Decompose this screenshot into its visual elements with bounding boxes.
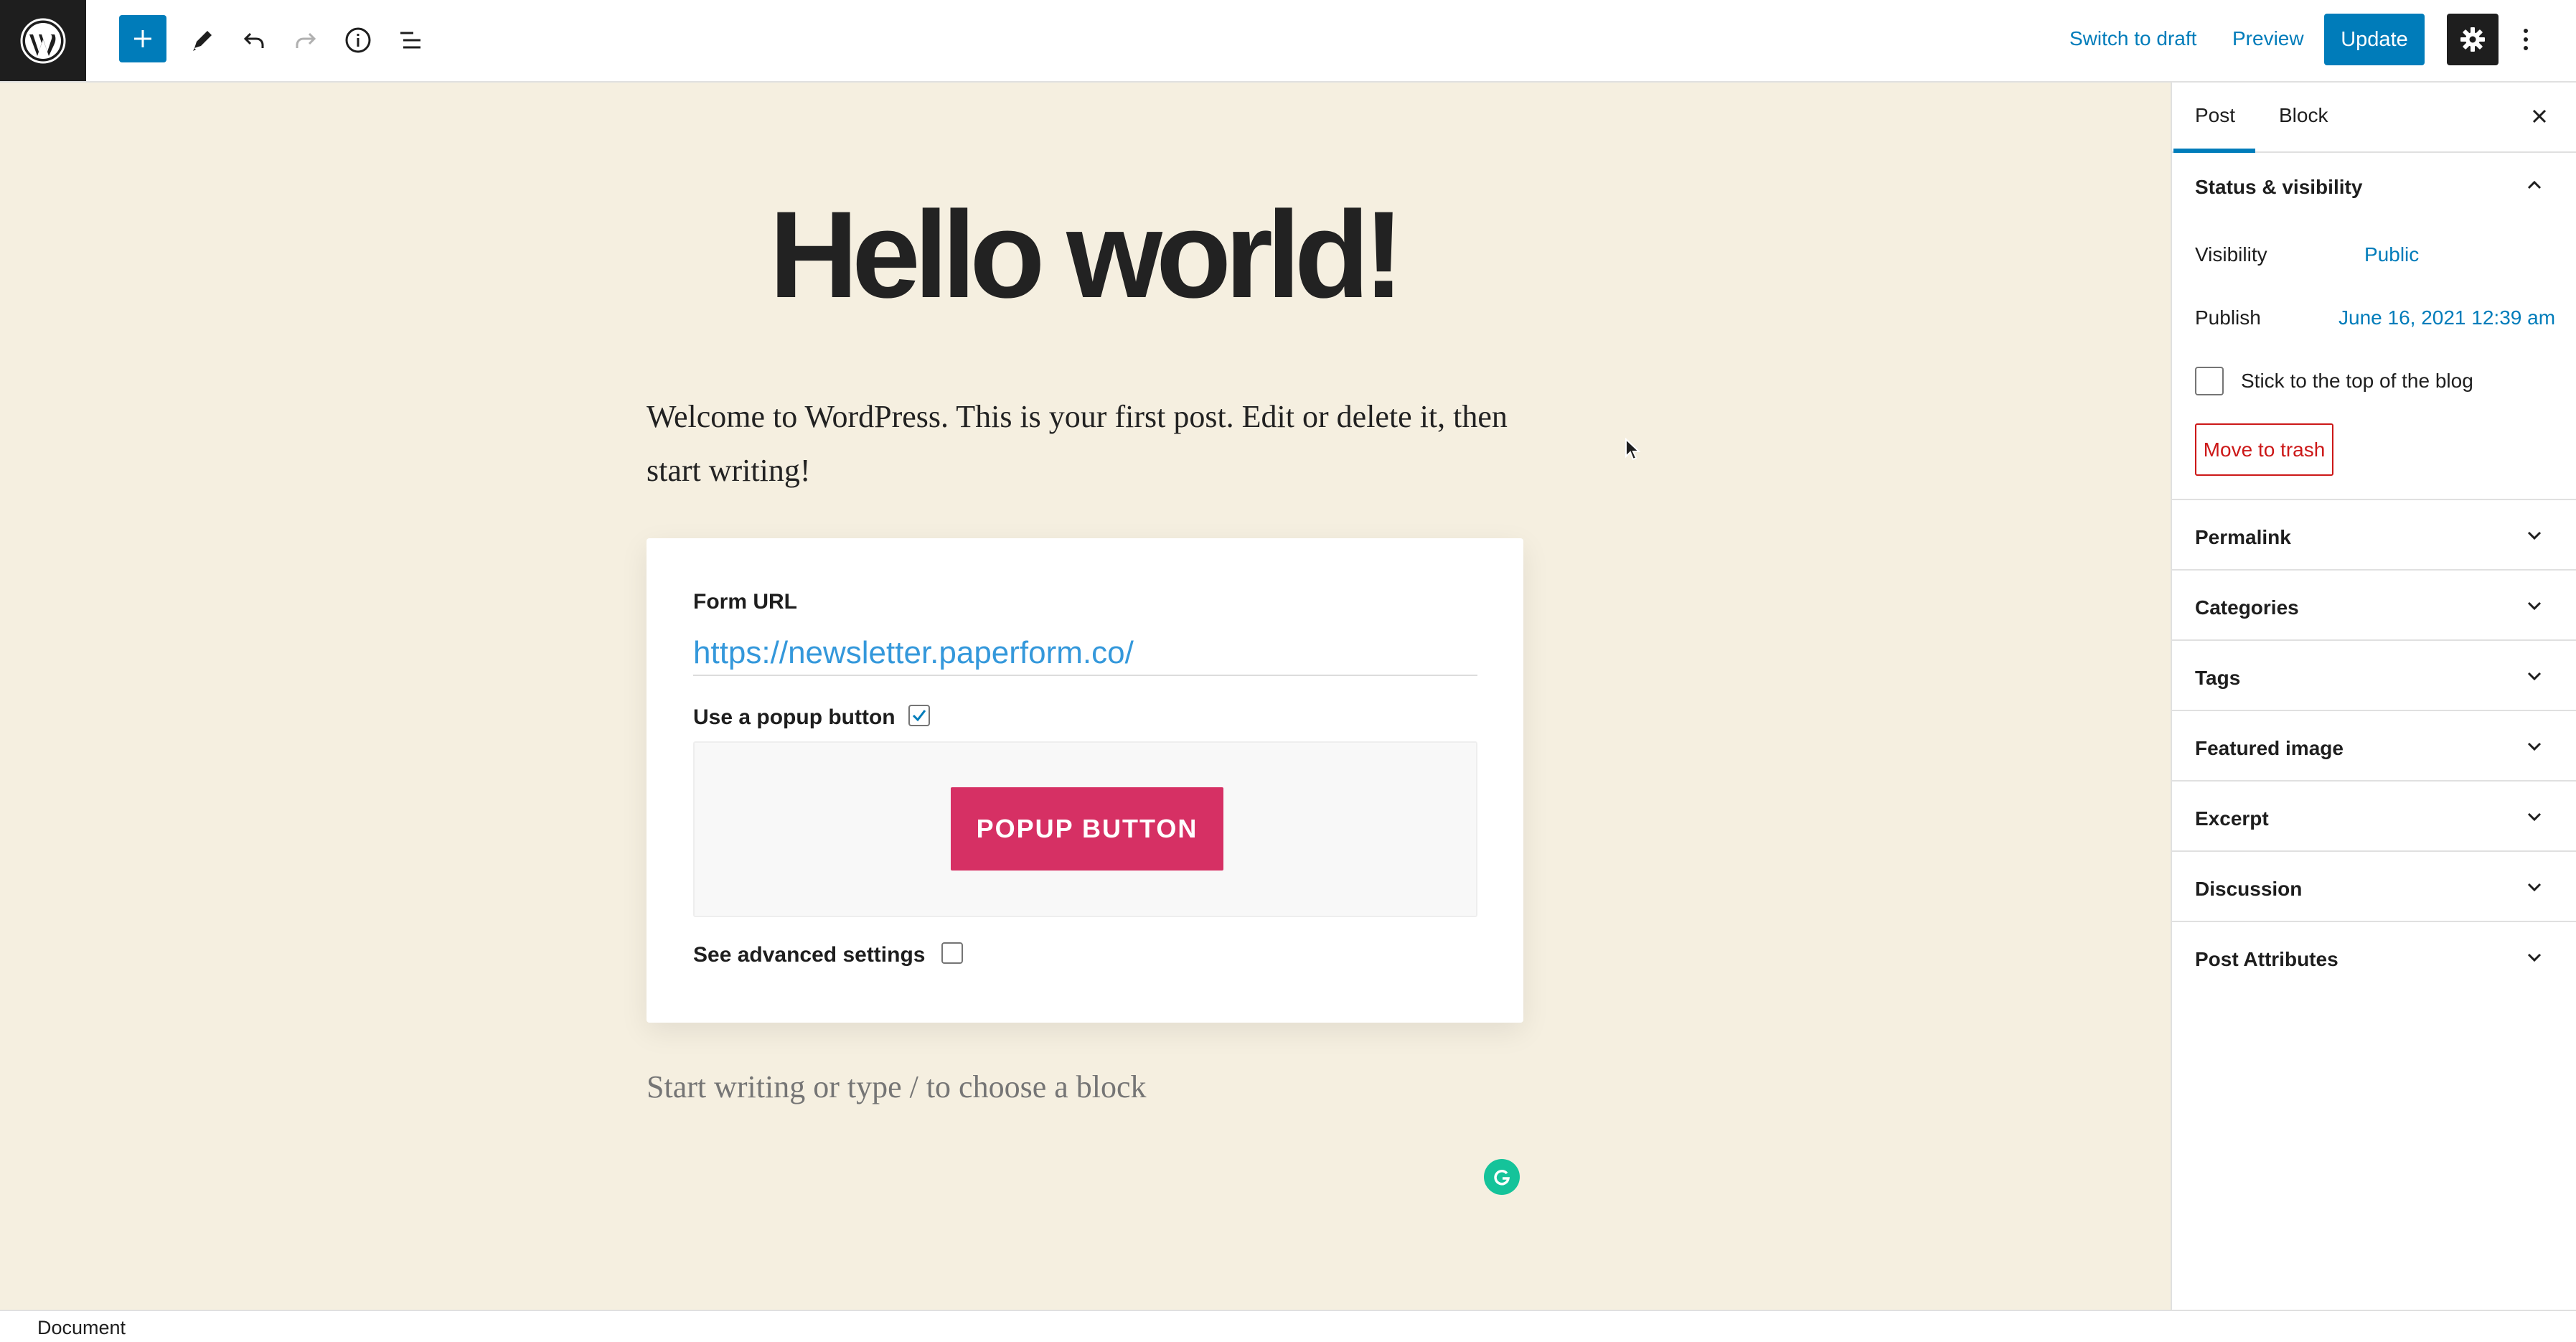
form-url-label: Form URL xyxy=(693,590,797,614)
status-visibility-header[interactable]: Status & visibility xyxy=(2195,176,2362,199)
list-view-icon xyxy=(400,32,420,49)
panel-categories[interactable]: Categories xyxy=(2195,596,2299,619)
tab-post[interactable]: Post xyxy=(2195,104,2235,127)
chevron-down-icon[interactable] xyxy=(2524,525,2545,546)
checkmark-icon xyxy=(912,710,926,722)
undo-button[interactable] xyxy=(230,16,278,65)
active-tab-indicator xyxy=(2173,149,2255,153)
details-button[interactable] xyxy=(334,16,382,65)
list-view-button[interactable] xyxy=(386,16,435,65)
add-block-button[interactable] xyxy=(119,15,166,62)
post-title[interactable]: Hello world! xyxy=(646,183,1521,327)
chevron-down-icon[interactable] xyxy=(2524,947,2545,968)
divider xyxy=(2172,921,2576,922)
advanced-settings-label: See advanced settings xyxy=(693,943,926,967)
chevron-down-icon[interactable] xyxy=(2524,806,2545,827)
chevron-down-icon[interactable] xyxy=(2524,736,2545,757)
plus-icon xyxy=(134,30,151,47)
publish-label: Publish xyxy=(2195,306,2261,329)
vertical-ellipsis-icon xyxy=(2524,29,2528,50)
chevron-up-icon[interactable] xyxy=(2524,174,2545,196)
divider xyxy=(2172,639,2576,641)
panel-post-attributes[interactable]: Post Attributes xyxy=(2195,948,2338,971)
sticky-checkbox[interactable] xyxy=(2195,367,2224,395)
paragraph-block[interactable]: Welcome to WordPress. This is your first… xyxy=(647,390,1536,497)
paragraph-line: start writing! xyxy=(647,453,811,488)
redo-icon xyxy=(296,32,316,48)
sidebar-tabs: Post Block xyxy=(2172,83,2576,153)
paperform-block[interactable]: Form URL https://newsletter.paperform.co… xyxy=(647,538,1523,1023)
popup-button-label: Use a popup button xyxy=(693,705,896,729)
settings-button[interactable] xyxy=(2447,14,2499,65)
tab-block[interactable]: Block xyxy=(2279,104,2328,127)
divider xyxy=(2172,780,2576,782)
form-url-input[interactable]: https://newsletter.paperform.co/ xyxy=(693,633,1477,676)
editor-canvas[interactable]: Hello world! Welcome to WordPress. This … xyxy=(0,83,2171,1310)
chevron-down-icon[interactable] xyxy=(2524,665,2545,687)
switch-to-draft-button[interactable]: Switch to draft xyxy=(2069,24,2196,53)
close-icon xyxy=(2532,109,2547,123)
popup-preview-area: POPUP BUTTON xyxy=(693,741,1477,917)
block-placeholder[interactable]: Start writing or type / to choose a bloc… xyxy=(647,1066,1147,1109)
gear-icon xyxy=(2460,27,2485,52)
more-options-button[interactable] xyxy=(2511,14,2540,65)
close-sidebar-button[interactable] xyxy=(2521,98,2557,134)
divider xyxy=(2172,850,2576,852)
chevron-down-icon[interactable] xyxy=(2524,876,2545,898)
grammarly-g-icon xyxy=(1494,1170,1510,1186)
move-to-trash-button[interactable]: Move to trash xyxy=(2195,423,2333,476)
info-icon xyxy=(345,27,371,53)
divider xyxy=(2172,569,2576,571)
visibility-label: Visibility xyxy=(2195,243,2267,266)
wordpress-logo[interactable] xyxy=(0,0,86,81)
editor-header: Switch to draft Preview Update xyxy=(0,0,2576,83)
pencil-icon xyxy=(193,31,212,51)
tools-button[interactable] xyxy=(178,16,227,65)
settings-sidebar: Post Block Status & visibility Visibilit… xyxy=(2171,83,2576,1310)
popup-button[interactable]: POPUP BUTTON xyxy=(951,787,1223,871)
chevron-down-icon[interactable] xyxy=(2524,595,2545,616)
publish-date-button[interactable]: June 16, 2021 12:39 am xyxy=(2338,306,2555,329)
panel-featured-image[interactable]: Featured image xyxy=(2195,737,2344,760)
panel-excerpt[interactable]: Excerpt xyxy=(2195,807,2269,830)
grammarly-icon[interactable] xyxy=(1484,1159,1520,1195)
divider xyxy=(2172,710,2576,711)
redo-button[interactable] xyxy=(281,16,330,65)
paragraph-line: Welcome to WordPress. This is your first… xyxy=(647,399,1508,434)
mouse-pointer-icon xyxy=(1625,437,1641,466)
breadcrumb-document[interactable]: Document xyxy=(37,1317,126,1339)
divider xyxy=(2172,499,2576,500)
panel-permalink[interactable]: Permalink xyxy=(2195,526,2291,549)
sticky-label: Stick to the top of the blog xyxy=(2241,370,2473,392)
panel-tags[interactable]: Tags xyxy=(2195,667,2240,690)
advanced-settings-checkbox[interactable] xyxy=(941,942,963,964)
visibility-value-button[interactable]: Public xyxy=(2364,243,2419,266)
popup-button-checkbox[interactable] xyxy=(908,705,930,726)
preview-button[interactable]: Preview xyxy=(2232,24,2304,53)
panel-discussion[interactable]: Discussion xyxy=(2195,878,2302,901)
wordpress-logo-icon xyxy=(20,18,66,63)
undo-icon xyxy=(243,32,264,48)
update-button[interactable]: Update xyxy=(2324,14,2425,65)
block-breadcrumb-bar: Document xyxy=(0,1310,2576,1342)
